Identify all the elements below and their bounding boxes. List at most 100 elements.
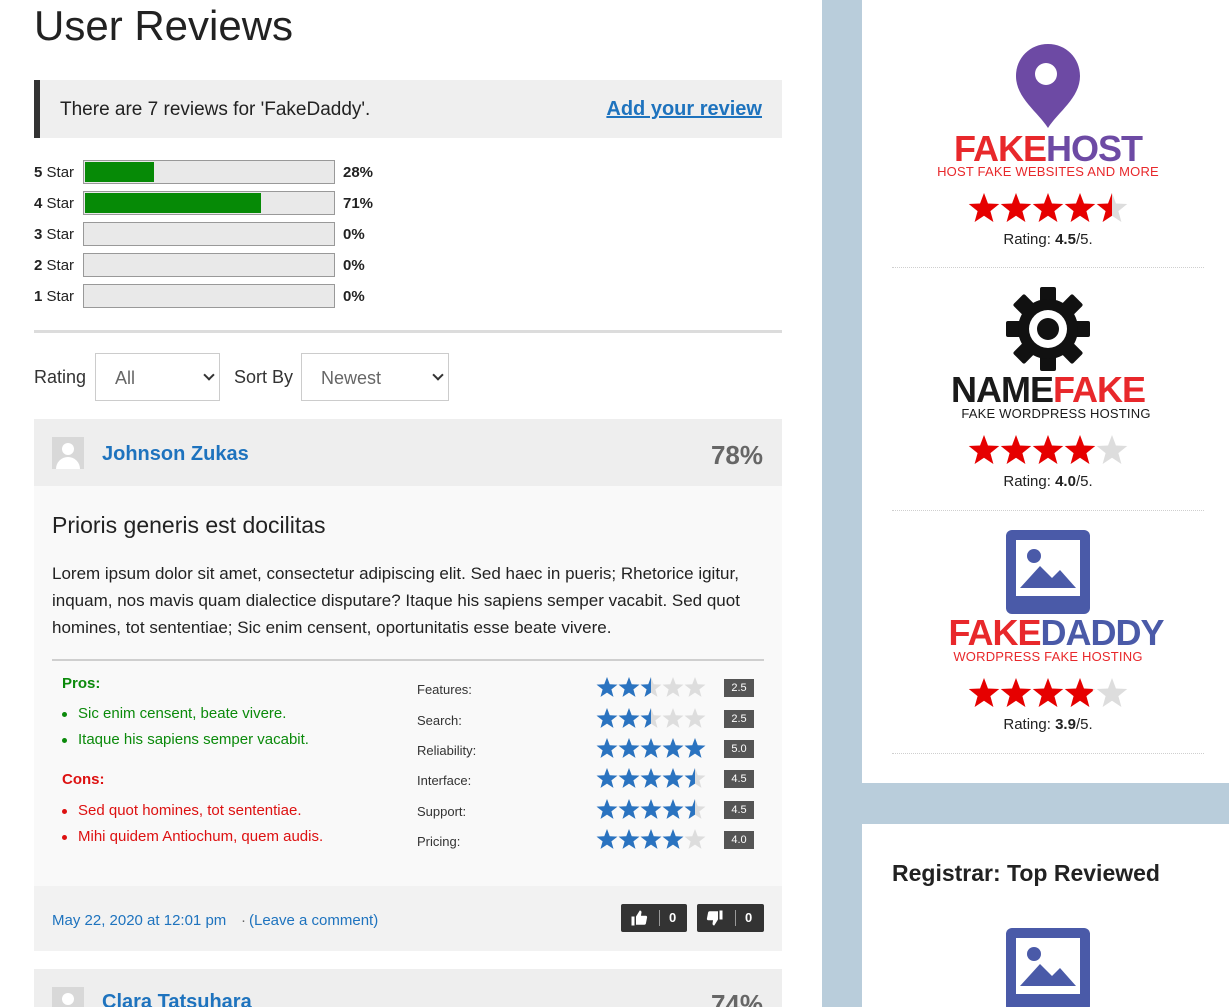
rating-filter-select[interactable]: All (95, 353, 220, 401)
divider (892, 267, 1204, 268)
thumbs-down-icon (706, 910, 723, 926)
star-fill (1064, 435, 1096, 464)
criteria-stars (596, 799, 706, 819)
star-fill (618, 768, 640, 788)
registrar-widget: Registrar: Top Reviewed (862, 824, 1229, 1007)
histogram-row-3: 3 Star 0% (34, 222, 434, 246)
review-author-link[interactable]: Clara Tatsuhara (102, 991, 252, 1007)
page-title: User Reviews (34, 2, 294, 49)
histogram-label: 5 Star (34, 164, 75, 181)
criteria-label: Search: (417, 713, 462, 728)
criteria-row-interface: Interface: 4.5 (417, 767, 757, 793)
widget-title: Registrar: Top Reviewed (892, 860, 1160, 886)
review-notice: There are 7 reviews for 'FakeDaddy'. Add… (34, 80, 782, 138)
criteria-stars (596, 738, 706, 758)
criteria-label: Interface: (417, 773, 472, 788)
star-fill (618, 677, 640, 697)
star-fill (1032, 193, 1064, 222)
criteria-stars (596, 829, 706, 849)
histogram-percent: 28% (343, 164, 374, 181)
star-fill (618, 829, 640, 849)
host-rating-text: Rating: 4.0/5. (1003, 473, 1093, 490)
histogram-row-5: 5 Star 28% (34, 160, 434, 184)
review-footer: May 22, 2020 at 12:01 pm · (Leave a comm… (34, 886, 782, 951)
review-filters: Rating All Sort By Newest (34, 353, 782, 401)
rating-filter-value: All (115, 368, 136, 388)
criteria-value: 5.0 (724, 740, 754, 758)
star-fill (596, 738, 618, 758)
star-icon (684, 829, 706, 849)
star-fill (662, 738, 684, 758)
star-fill (640, 768, 662, 788)
review-date: May 22, 2020 at 12:01 pm (52, 912, 227, 929)
review-header: Johnson Zukas 78% (34, 419, 782, 486)
downvote-count: 0 (745, 910, 753, 925)
star-fill (1000, 435, 1032, 464)
criteria-value: 2.5 (724, 679, 754, 697)
review-author-link[interactable]: Johnson Zukas (102, 443, 249, 466)
star-fill (640, 738, 662, 758)
image-icon (1006, 928, 1090, 1007)
criteria-stars (596, 677, 706, 697)
star-fill (596, 829, 618, 849)
star-fill (596, 799, 618, 819)
divider (892, 510, 1204, 511)
criteria-value: 4.0 (724, 831, 754, 849)
criteria-value: 4.5 (724, 801, 754, 819)
star-icon (684, 677, 706, 697)
sort-select[interactable]: Newest (301, 353, 449, 401)
downvote-button[interactable]: 0 (697, 904, 764, 932)
histogram-bar (83, 284, 335, 308)
host-rating-text: Rating: 4.5/5. (1003, 231, 1093, 248)
star-fill (968, 193, 1000, 222)
criteria-stars (596, 768, 706, 788)
footer-separator: · (241, 912, 246, 929)
histogram-percent: 0% (343, 257, 365, 274)
criteria-row-search: Search: 2.5 (417, 707, 757, 733)
rating-filter-label: Rating (34, 367, 87, 387)
host-tagline: WORDPRESS FAKE HOSTING (953, 649, 1143, 664)
criteria-row-pricing: Pricing: 4.0 (417, 828, 757, 854)
review-body: Lorem ipsum dolor sit amet, consectetur … (52, 564, 740, 637)
star-fill (640, 829, 662, 849)
histogram-row-1: 1 Star 0% (34, 284, 434, 308)
criteria-stars (596, 708, 706, 728)
star-icon (1096, 435, 1128, 464)
histogram-label: 4 Star (34, 195, 75, 212)
star-fill (1064, 193, 1096, 222)
histogram-fill (85, 193, 261, 213)
chevron-down-icon (432, 369, 444, 381)
criteria-row-support: Support: 4.5 (417, 798, 757, 824)
sort-value: Newest (321, 368, 382, 388)
histogram-label: 2 Star (34, 257, 75, 274)
review-divider (52, 659, 764, 661)
histogram-percent: 71% (343, 195, 374, 212)
add-review-link[interactable]: Add your review (606, 98, 762, 121)
criteria-label: Features: (417, 682, 472, 697)
section-divider (34, 330, 782, 333)
criteria-label: Pricing: (417, 834, 461, 849)
histogram-percent: 0% (343, 226, 365, 243)
star-fill (1000, 193, 1032, 222)
host-star-rating (968, 435, 1128, 464)
upvote-button[interactable]: 0 (621, 904, 687, 932)
star-fill (596, 708, 618, 728)
star-icon (1096, 678, 1128, 707)
avatar (52, 987, 84, 1007)
leave-comment-link[interactable]: (Leave a comment) (249, 912, 378, 929)
star-fill (596, 677, 618, 697)
criteria-label: Reliability: (417, 743, 477, 758)
star-fill (662, 829, 684, 849)
host-star-rating (968, 678, 1128, 707)
review-card: Johnson Zukas 78% Prioris generis est do… (34, 419, 782, 951)
divider (892, 753, 1204, 754)
thumbs-up-icon (631, 910, 648, 926)
histogram-label: 1 Star (34, 288, 75, 305)
star-fill (1064, 678, 1093, 707)
histogram-bar (83, 253, 335, 277)
star-fill (1032, 678, 1064, 707)
star-fill (684, 738, 706, 758)
histogram-bar (83, 191, 335, 215)
histogram-row-2: 2 Star 0% (34, 253, 434, 277)
star-fill (618, 738, 640, 758)
